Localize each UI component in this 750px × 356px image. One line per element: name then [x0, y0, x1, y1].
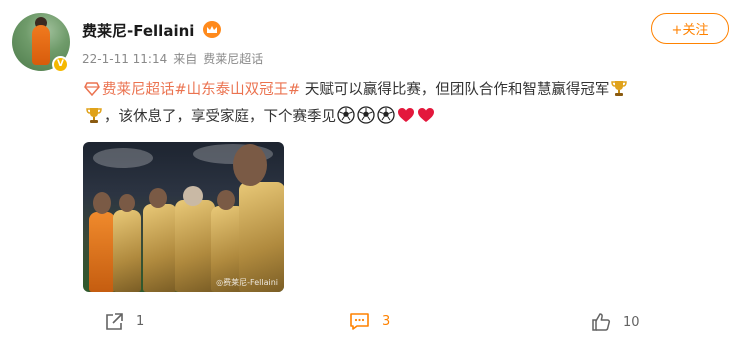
action-bar: 1 3 10: [0, 312, 750, 342]
like-count: 10: [623, 314, 640, 330]
share-count: 1: [136, 314, 145, 329]
coach-head: [183, 186, 203, 206]
share-icon: [106, 313, 123, 330]
soccer-ball-emoji: [337, 106, 355, 124]
post-content: 费莱尼超话#山东泰山双冠王# 天赋可以赢得比赛，但团队合作和智慧赢得冠军 ，该休息…: [84, 77, 712, 131]
soccer-ball-emoji: [357, 106, 375, 124]
post-timestamp[interactable]: 22-1-11 11:14: [82, 52, 167, 66]
trophy-emoji: [86, 108, 102, 123]
soccer-ball-emoji: [377, 106, 395, 124]
follow-button[interactable]: +关注: [651, 13, 729, 44]
trophy-emoji: [611, 81, 628, 96]
player-head: [233, 144, 267, 186]
comment-count: 3: [382, 314, 391, 329]
share-button[interactable]: 1: [104, 312, 144, 331]
username[interactable]: 费莱尼-Fellaini: [82, 20, 194, 41]
source-prefix: 来自: [173, 52, 198, 66]
player-figure: [143, 204, 177, 292]
image-watermark: ◎费莱尼-Fellaini: [216, 278, 278, 287]
like-button[interactable]: 10: [591, 312, 640, 332]
player-head: [119, 194, 135, 212]
avatar-figure: [32, 25, 50, 65]
thumbs-up-icon: [592, 313, 611, 331]
comment-button[interactable]: 3: [349, 312, 390, 331]
verified-badge-icon: V: [52, 56, 69, 73]
hashtag-link[interactable]: #山东泰山双冠王#: [175, 82, 301, 98]
supertopic-label: 费莱尼超话: [102, 82, 175, 98]
player-figure: [89, 212, 115, 292]
red-heart-emoji: [418, 108, 434, 122]
supertopic-link[interactable]: 费莱尼超话: [84, 82, 175, 98]
player-head: [93, 192, 111, 214]
post-text-1: 天赋可以赢得比赛，但团队合作和智慧赢得冠军: [300, 82, 610, 98]
supertopic-diamond-icon: [84, 82, 100, 96]
follow-button-label: +关注: [671, 23, 709, 38]
comment-icon: [350, 313, 369, 330]
source-link[interactable]: 费莱尼超话: [203, 52, 263, 66]
member-crown-icon[interactable]: [203, 21, 221, 38]
post-text-2: ，该休息了，享受家庭，下个赛季见: [104, 109, 336, 125]
player-head: [149, 188, 167, 208]
player-head: [217, 190, 235, 210]
stadium-light: [93, 148, 153, 168]
player-figure: [113, 210, 141, 292]
player-figure: [239, 182, 284, 292]
post-image[interactable]: ◎费莱尼-Fellaini: [83, 142, 284, 292]
red-heart-emoji: [398, 108, 414, 122]
coach-figure: [175, 200, 215, 292]
post-meta: 22-1-11 11:14 来自 费莱尼超话: [82, 50, 269, 67]
